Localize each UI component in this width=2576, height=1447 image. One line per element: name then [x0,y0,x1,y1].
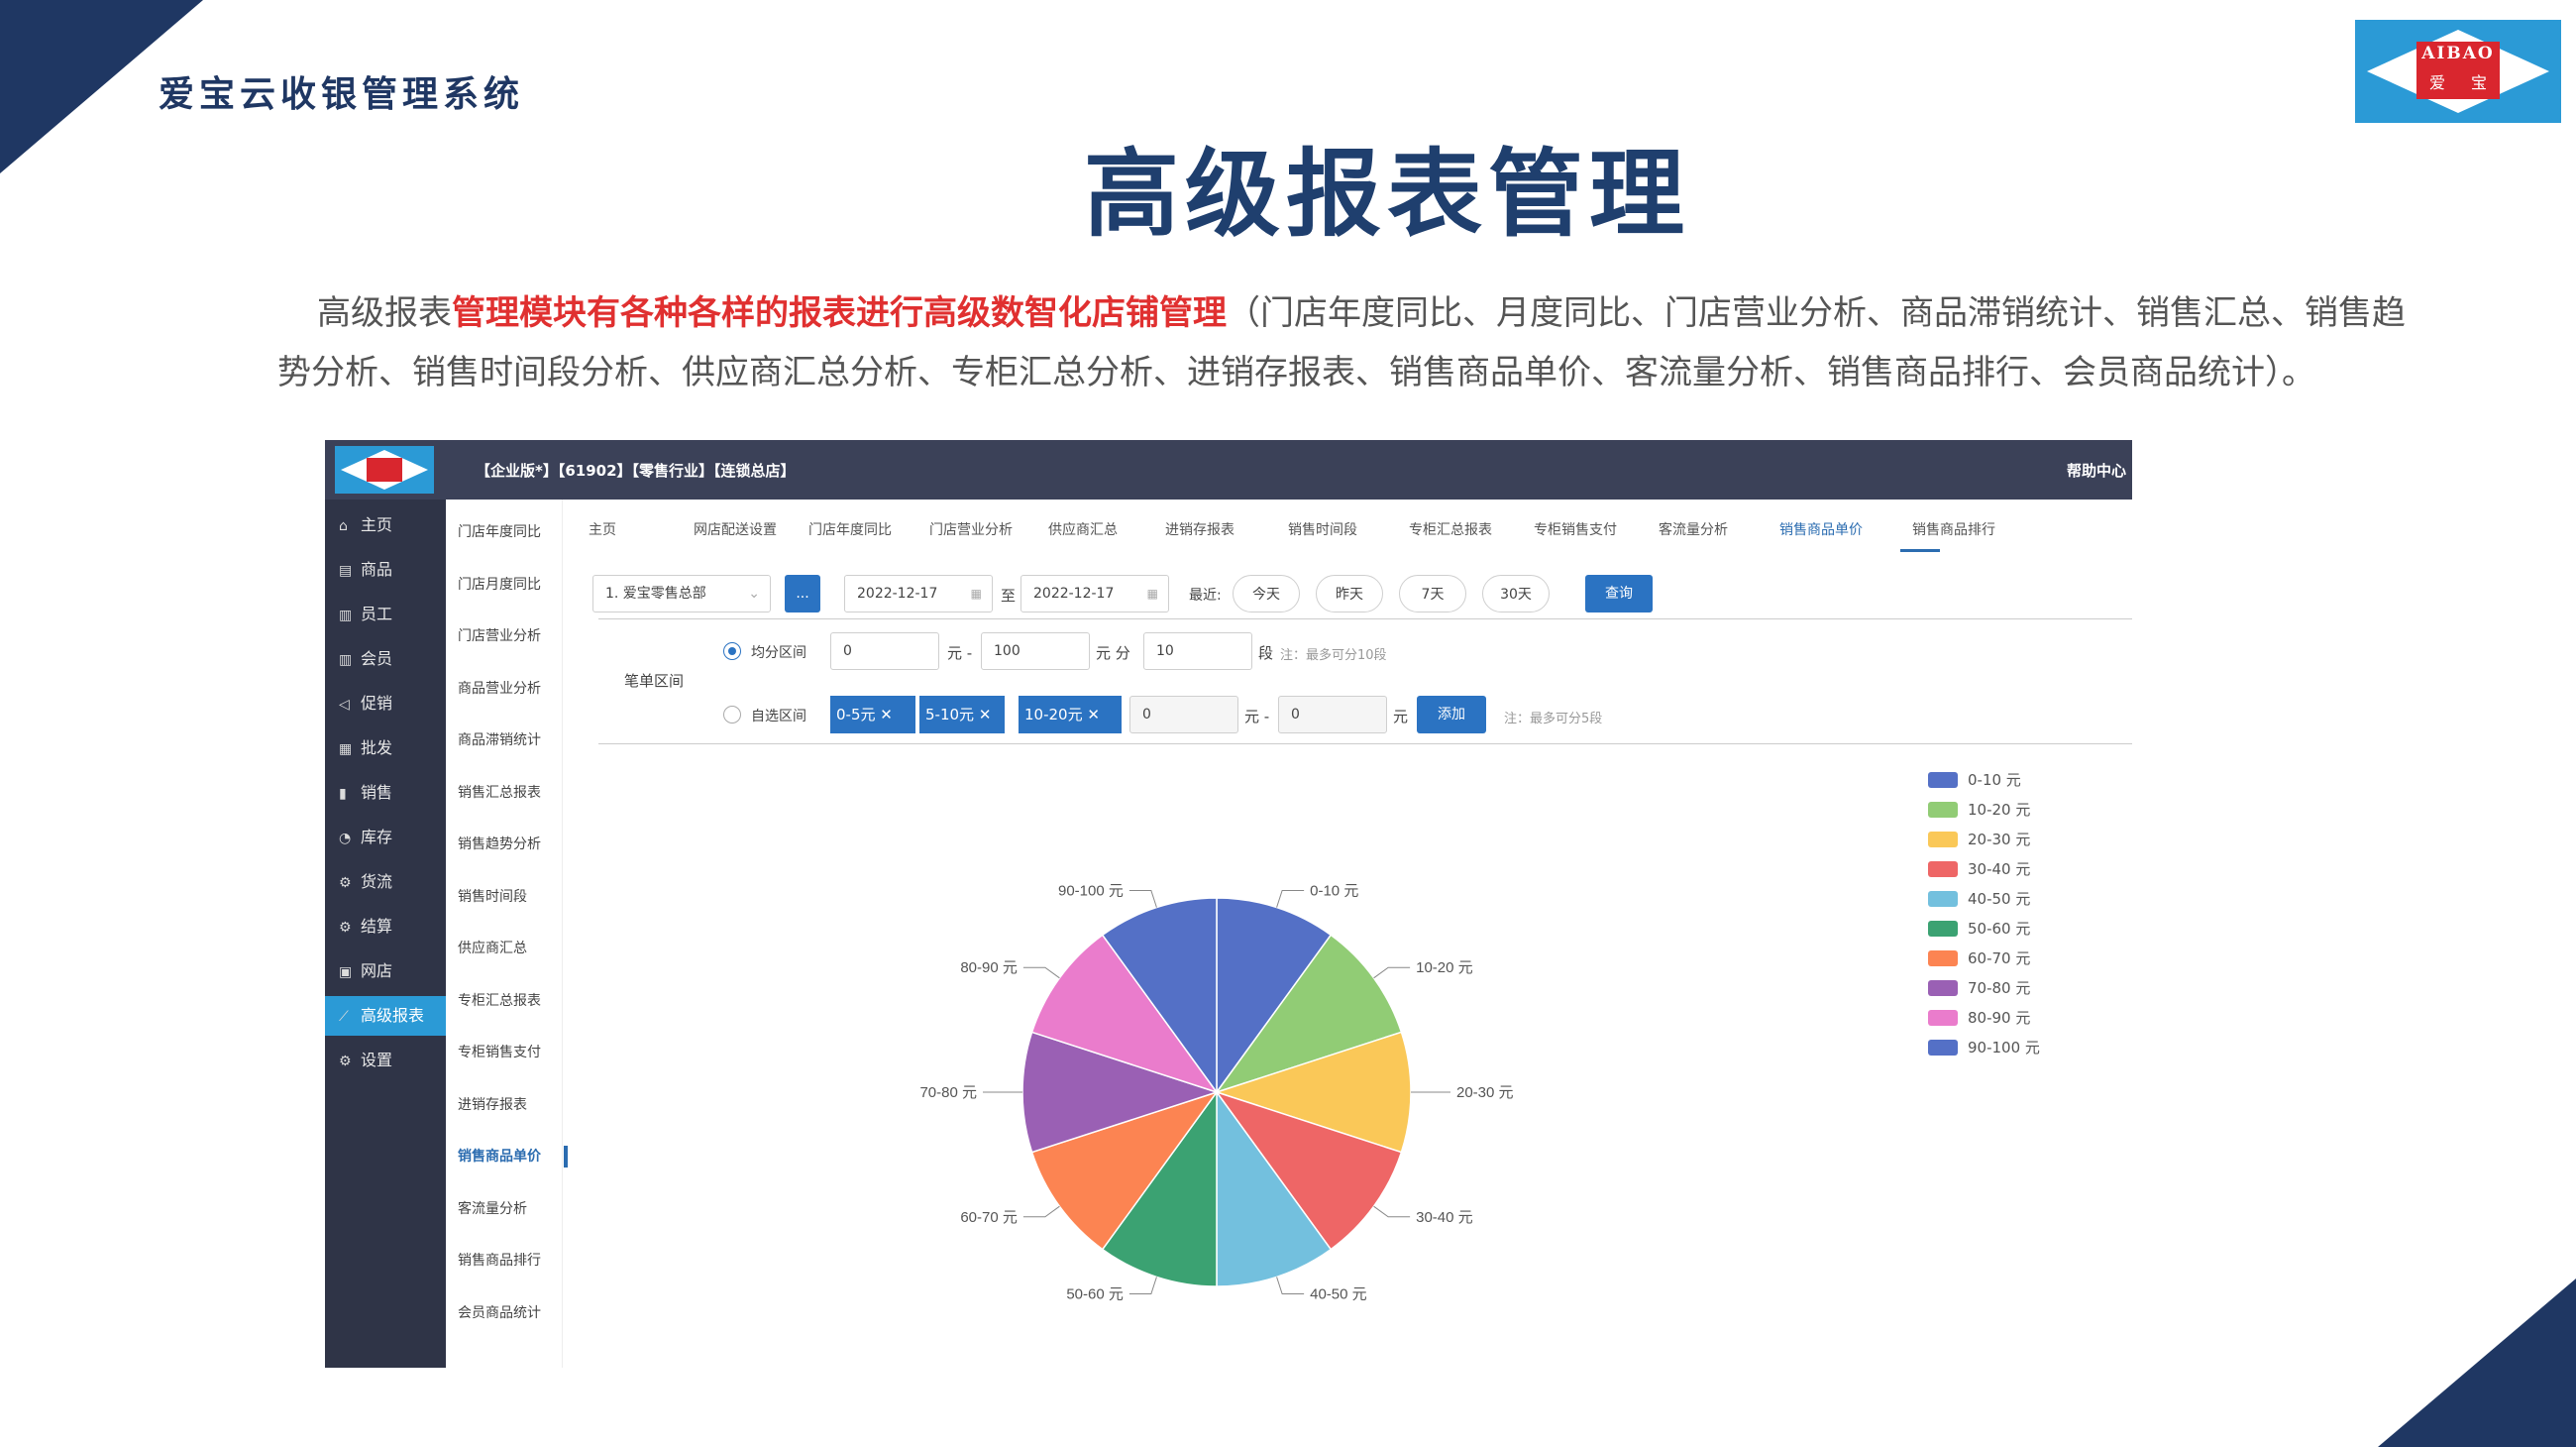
pie-label-5: 50-60 元 [1066,1286,1124,1303]
pie-label-line-0 [1276,889,1305,908]
chart-legend: 0-10 元 10-20 元 20-30 元 30-40 元 40-50 元 50-60 … [1928,765,2040,1062]
legend-swatch [1928,1010,1958,1026]
legend-swatch [1928,802,1958,818]
pie-label-6: 60-70 元 [960,1209,1018,1226]
legend-label: 40-50 元 [1968,890,2031,908]
legend-swatch [1928,1040,1958,1056]
legend-item-9[interactable]: 90-100 元 [1928,1033,2040,1062]
pie-label-line-1 [1373,966,1411,979]
legend-label: 70-80 元 [1968,979,2031,997]
legend-swatch [1928,832,1958,847]
legend-swatch [1928,921,1958,937]
pie-label-2: 20-30 元 [1456,1084,1514,1101]
pie-label-line-5 [1128,1277,1157,1295]
aibao-logo: AIBAO 爱宝 [2355,20,2561,123]
price-range-pie-chart: 0-10 元 10-20 元 20-30 元 30-40 元 40-50 元 50-60 … [919,882,1514,1303]
legend-item-2[interactable]: 20-30 元 [1928,825,2040,854]
legend-item-4[interactable]: 40-50 元 [1928,884,2040,914]
legend-label: 60-70 元 [1968,949,2031,967]
desc-highlight: 管理模块有各种各样的报表进行高级数智化店铺管理 [452,293,1227,333]
pie-label-0: 0-10 元 [1310,882,1358,899]
description: 高级报表管理模块有各种各样的报表进行高级数智化店铺管理（门店年度同比、月度同比、… [277,283,2408,402]
pie-label-line-3 [1373,1205,1411,1218]
brand-title: 爱宝云收银管理系统 [159,74,525,115]
pie-label-line-4 [1276,1277,1305,1295]
legend-swatch [1928,980,1958,996]
legend-item-7[interactable]: 70-80 元 [1928,973,2040,1003]
legend-item-8[interactable]: 80-90 元 [1928,1003,2040,1033]
legend-item-0[interactable]: 0-10 元 [1928,765,2040,795]
pie-label-9: 90-100 元 [1058,882,1124,899]
legend-swatch [1928,950,1958,966]
legend-label: 20-30 元 [1968,831,2031,848]
legend-item-1[interactable]: 10-20 元 [1928,795,2040,825]
page-title: 高级报表管理 [1084,139,1690,250]
legend-swatch [1928,772,1958,788]
pie-label-4: 40-50 元 [1310,1286,1367,1303]
app-screenshot: 【企业版*】【61902】【零售行业】【连锁总店】 帮助中心 ⌂ 主页 ▤ 商品 ▥ 员工… [325,440,2132,1368]
legend-item-3[interactable]: 30-40 元 [1928,854,2040,884]
legend-item-6[interactable]: 60-70 元 [1928,944,2040,973]
legend-item-5[interactable]: 50-60 元 [1928,914,2040,944]
legend-label: 0-10 元 [1968,771,2021,789]
legend-label: 90-100 元 [1968,1039,2040,1057]
legend-swatch [1928,891,1958,907]
pie-label-line-8 [1022,966,1060,979]
pie-label-1: 10-20 元 [1416,959,1473,976]
pie-label-line-9 [1128,889,1157,908]
legend-label: 50-60 元 [1968,920,2031,938]
legend-label: 10-20 元 [1968,801,2031,819]
legend-swatch [1928,861,1958,877]
corner-decoration-bottom [2378,1279,2576,1447]
desc-prefix: 高级报表 [317,293,452,333]
legend-label: 80-90 元 [1968,1009,2031,1027]
pie-label-8: 80-90 元 [960,959,1018,976]
pie-label-3: 30-40 元 [1416,1209,1473,1226]
pie-label-line-6 [1022,1205,1060,1218]
pie-label-7: 70-80 元 [919,1084,977,1101]
legend-label: 30-40 元 [1968,860,2031,878]
